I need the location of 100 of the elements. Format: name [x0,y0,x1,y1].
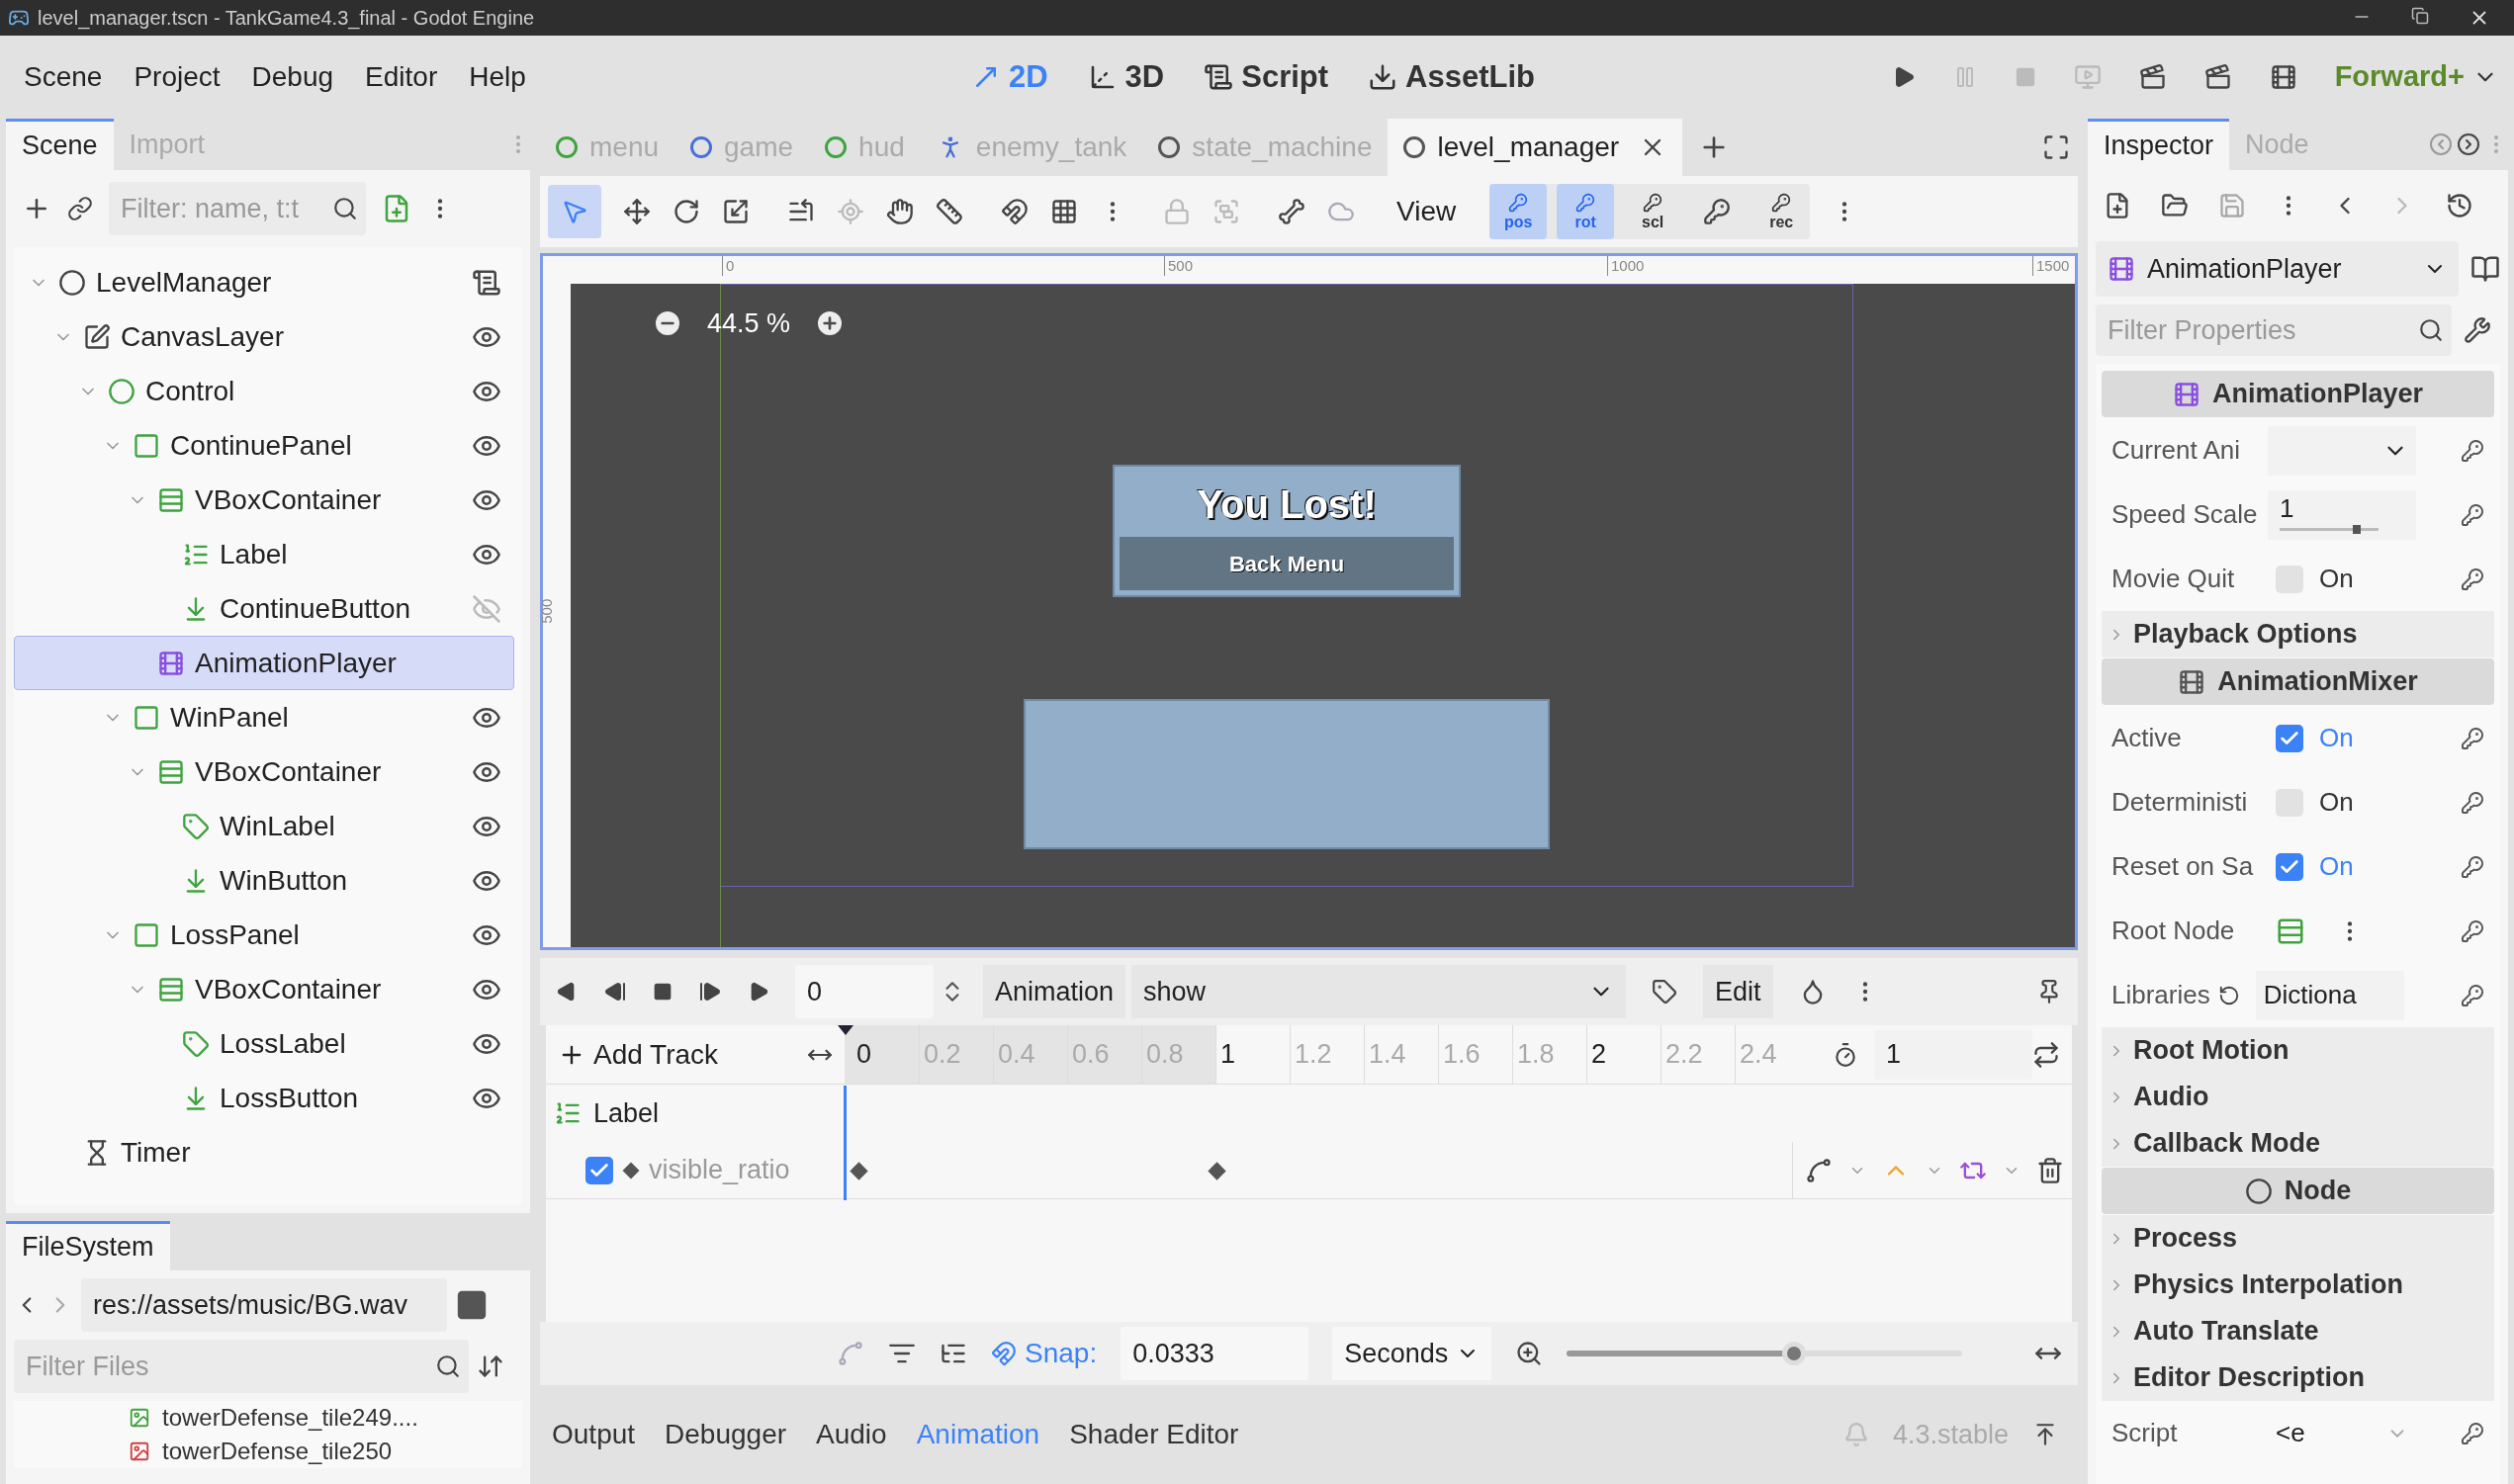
file-item[interactable]: towerDefense_tile249.... [30,1401,506,1435]
timer-icon[interactable] [1833,1040,1858,1069]
editor-file-tab[interactable]: level_manager [1388,119,1683,176]
file-item[interactable]: towerDefense_tile250 [30,1435,506,1468]
clapperboard-icon[interactable] [2138,63,2167,91]
grid-icon[interactable] [1050,198,1078,225]
step-forward-icon[interactable] [698,980,722,1004]
scene-tree-item[interactable]: LossPanel [14,908,514,962]
property-group[interactable]: Process [2102,1215,2494,1262]
link-icon[interactable] [67,196,93,221]
canvas-area[interactable]: 44.5 % You Lost! Back Menu [571,284,2075,947]
scene-tree-item[interactable]: AnimationPlayer [14,636,514,690]
key-icon[interactable] [2461,567,2484,591]
scene-tree-item[interactable]: WinPanel [14,690,514,744]
property-group[interactable]: Editor Description [2102,1354,2494,1401]
checkbox[interactable] [2276,724,2303,752]
rotate-icon[interactable] [673,198,700,225]
scene-tree-item[interactable]: Control [14,364,514,418]
checkbox[interactable] [2276,852,2303,881]
inspector-section-header[interactable]: Node [2102,1168,2494,1214]
clapperboard-icon[interactable] [2203,63,2232,91]
key-icon[interactable] [2461,1421,2484,1445]
top-bar-option[interactable]: Debug [235,56,350,98]
revert-icon[interactable] [2217,984,2240,1006]
property-group[interactable]: Auto Translate [2102,1308,2494,1354]
key-icon[interactable] [2461,790,2484,815]
slider-thumb[interactable] [1782,1342,1807,1365]
property-group[interactable]: Playback Options [2102,611,2494,657]
bottom-panel-tab[interactable]: Output [552,1414,636,1455]
top-bar-option[interactable]: Help [453,56,542,98]
scene-tree-item[interactable]: LossLabel [14,1016,514,1071]
filter-field[interactable]: Filter Properties [2096,305,2452,356]
scene-tree-item[interactable]: WinLabel [14,799,514,853]
select-tool-button[interactable] [548,185,601,238]
viewport-2d[interactable]: 0 500 1000 1500 500 44.5 % You Lost! Back Menu [540,253,2078,950]
filter-field[interactable]: Filter Files [14,1340,469,1393]
ruler-icon[interactable] [936,198,963,225]
scene-tree-item[interactable]: LossButton [14,1071,514,1125]
key-icon[interactable] [2461,918,2484,943]
length-field[interactable]: 1 [1874,1029,2032,1080]
scene-tree-item[interactable]: Timer [14,1125,514,1179]
top-bar-option[interactable]: Scene [8,56,119,98]
checkbox[interactable] [585,1156,613,1184]
path-field[interactable]: res://assets/music/BG.wav [81,1278,447,1332]
bottom-panel-tab[interactable]: Debugger [665,1414,787,1455]
property-value[interactable]: Dictiona [2255,970,2404,1020]
restore-icon[interactable] [2411,7,2429,25]
delete-icon[interactable] [2036,1156,2064,1184]
zoom-slider[interactable] [1567,1341,1963,1366]
move-icon[interactable] [623,198,651,225]
key-toggle[interactable]: rec [1752,184,1811,239]
tools-icon[interactable] [2464,316,2491,344]
scene-tree-item[interactable]: VBoxContainer [14,473,514,527]
property-group[interactable]: Root Motion [2102,1027,2494,1074]
scene-tree-item[interactable]: ContinuePanel [14,418,514,473]
scene-tree-item[interactable]: VBoxContainer [14,962,514,1016]
frame-field[interactable]: 0 [795,965,934,1018]
range-field[interactable]: 1 [2268,489,2416,540]
property-group[interactable]: Physics Interpolation [2102,1262,2494,1308]
scene-tree-item[interactable]: LevelManager [14,255,514,309]
history-icon[interactable] [2446,192,2473,219]
film-icon[interactable] [2269,63,2297,91]
main-screen-button[interactable]: Script [1196,53,1337,101]
scene-tree-item[interactable]: WinButton [14,853,514,908]
layout-toggle-icon[interactable] [455,1288,489,1322]
top-bar-option[interactable]: Project [118,56,236,98]
animation-menu[interactable]: Animation [983,965,1126,1018]
scene-tree-item[interactable]: CanvasLayer [14,309,514,364]
key-icon[interactable] [2461,983,2484,1007]
zoom-icon[interactable] [1515,1340,1544,1367]
game-panel[interactable]: You Lost! Back Menu [1113,465,1461,597]
property-group[interactable]: Callback Mode [2102,1120,2494,1167]
loop-icon[interactable] [2032,1040,2060,1069]
history-forward-icon[interactable] [2457,132,2480,156]
scene-tree-item[interactable]: Label [14,527,514,581]
resource-picker[interactable]: <e [2268,1408,2416,1458]
playhead-marker[interactable] [838,1025,853,1035]
animation-dropdown[interactable]: show [1131,965,1627,1018]
property-group[interactable]: Audio [2102,1074,2494,1120]
stop-icon[interactable] [653,982,673,1002]
interpolation-icon[interactable] [1805,1156,1833,1184]
view-menu[interactable]: View [1385,191,1469,232]
bottom-panel-tab[interactable]: Audio [816,1414,887,1455]
filter-field[interactable]: Filter: name, t:t [109,182,366,235]
snap-field[interactable]: 0.0333 [1121,1327,1309,1380]
main-screen-button[interactable]: AssetLib [1360,53,1544,101]
edit-button[interactable]: Edit [1703,965,1773,1018]
key-icon[interactable] [2461,854,2484,879]
top-bar-option[interactable]: Editor [349,56,454,98]
add-track-button[interactable]: Add Track [546,1033,807,1076]
key-toggle[interactable]: scl [1624,184,1682,239]
scene-tree-item[interactable]: VBoxContainer [14,744,514,799]
bone-icon[interactable] [1278,198,1305,225]
zoom-level[interactable]: 44.5 % [707,304,791,344]
step-back-icon[interactable] [603,980,627,1004]
pan-icon[interactable] [886,198,914,225]
bottom-panel-tab[interactable]: Shader Editor [1069,1414,1239,1455]
dock-tab[interactable]: Scene [6,119,114,170]
scale-icon[interactable] [722,198,750,225]
game-button[interactable]: Back Menu [1120,537,1454,590]
